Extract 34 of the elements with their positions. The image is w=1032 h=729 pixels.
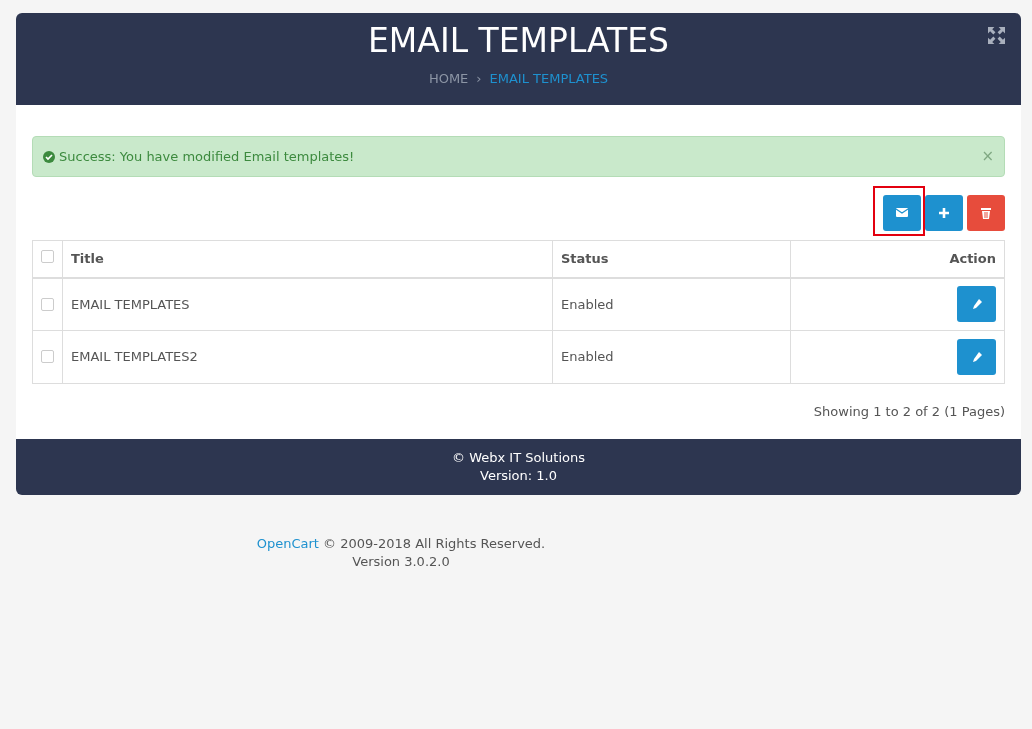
copyright-text: OpenCart © 2009-2018 All Rights Reserved. (256, 534, 546, 553)
fullscreen-icon[interactable] (988, 27, 1005, 44)
edit-button[interactable] (957, 339, 996, 375)
footer-text: © Webx IT Solutions (452, 448, 585, 467)
table-cell: Enabled (552, 277, 791, 331)
breadcrumb-separator: › (476, 70, 482, 88)
mail-icon (895, 206, 909, 220)
edit-button[interactable] (957, 286, 996, 323)
breadcrumb-link[interactable]: EMAIL TEMPLATES (489, 69, 609, 89)
add-button[interactable] (925, 195, 963, 231)
page-title: EMAIL TEMPLATES (368, 20, 669, 62)
delete-button[interactable] (967, 195, 1005, 231)
column-header: Status (561, 251, 609, 266)
table-cell: EMAIL TEMPLATES2 (62, 330, 553, 384)
table-cell: EMAIL TEMPLATES (62, 277, 553, 331)
mail-button[interactable] (883, 195, 921, 231)
pagination-info: Showing 1 to 2 of 2 (1 Pages) (813, 403, 1005, 421)
trash-icon (979, 206, 993, 220)
column-header: Title (71, 251, 104, 266)
checkbox[interactable] (41, 350, 54, 363)
opencart-link[interactable]: OpenCart (256, 535, 319, 551)
pencil-icon (970, 351, 983, 363)
breadcrumb-link[interactable]: HOME (428, 69, 469, 89)
table-cell: Enabled (552, 330, 791, 384)
plus-icon (937, 206, 951, 220)
footer-text: Version: 1.0 (480, 466, 557, 485)
checkbox[interactable] (41, 250, 54, 263)
check-circle-icon (43, 150, 55, 163)
pencil-icon (970, 298, 983, 311)
alert-message: Success: You have modified Email templates! (59, 147, 355, 166)
checkbox[interactable] (41, 297, 54, 311)
version-text: Version 3.0.2.0 (352, 552, 450, 571)
column-header: Action (949, 251, 996, 266)
close-button[interactable]: × (981, 149, 994, 164)
